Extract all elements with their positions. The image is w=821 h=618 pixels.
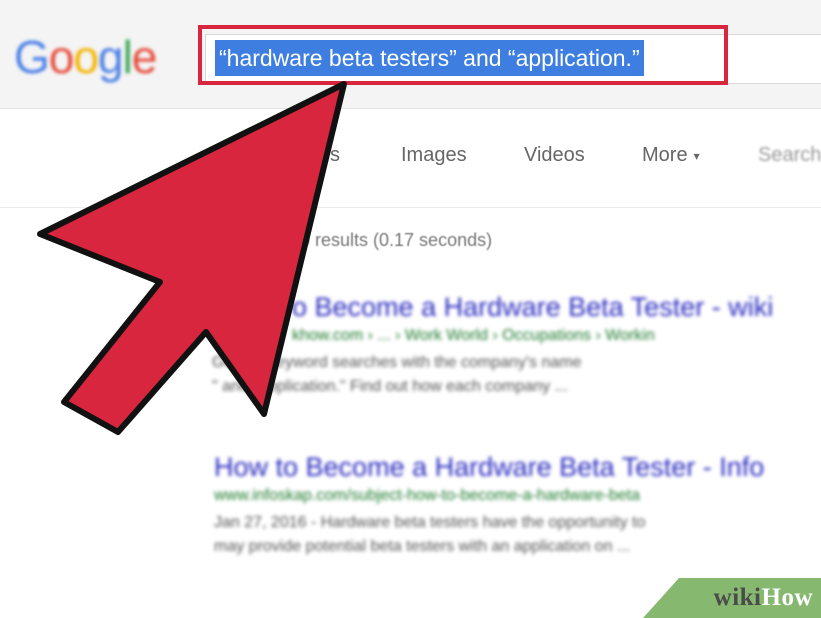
watermark-how: How (761, 584, 813, 611)
logo-letter: e (131, 31, 158, 83)
logo-letter: o (73, 31, 99, 83)
result-title-link[interactable]: How to Become a Hardware Beta Tester - I… (214, 452, 764, 483)
result-url[interactable]: www.infoskap.com/subject-how-to-become-a… (214, 487, 764, 505)
search-header: Google “hardware beta testers” and “appl… (0, 0, 821, 109)
header-divider (0, 207, 821, 208)
result-snippet: Google keyword searches with the company… (212, 354, 582, 371)
search-result: o Become a Hardware Beta Tester - wiki k… (212, 292, 773, 399)
logo-letter: o (48, 31, 75, 83)
tab-news[interactable]: s (330, 144, 340, 167)
logo-letter: l (122, 31, 133, 83)
tab-more[interactable]: More ▾ (642, 144, 700, 167)
search-tabs: s Images Videos More ▾ Search (0, 130, 821, 180)
tab-search-tools[interactable]: Search (758, 144, 821, 167)
tab-images[interactable]: Images (401, 144, 467, 167)
search-result: How to Become a Hardware Beta Tester - I… (214, 452, 764, 559)
result-stats: 0 results (0.17 seconds) (300, 230, 493, 250)
wikihow-logo-text: wikiHow (714, 584, 813, 612)
result-snippet: Jan 27, 2016 - Hardware beta testers hav… (214, 514, 646, 531)
logo-letter: g (97, 31, 124, 83)
wikihow-watermark: wikiHow (643, 578, 821, 618)
highlight-box (198, 25, 728, 85)
result-snippet: may provide potential beta testers with … (214, 538, 631, 555)
tab-more-label: More (642, 144, 688, 166)
chevron-down-icon: ▾ (693, 148, 700, 163)
result-url[interactable]: khow.com › ... › Work World › Occupation… (292, 327, 773, 345)
result-title-link[interactable]: o Become a Hardware Beta Tester - wiki (292, 292, 773, 323)
logo-letter: G (14, 31, 50, 83)
result-snippet: " and "application." Find out how each c… (212, 378, 568, 395)
watermark-wiki: wiki (713, 584, 762, 611)
google-logo[interactable]: Google (14, 30, 158, 84)
tab-videos[interactable]: Videos (524, 144, 585, 167)
